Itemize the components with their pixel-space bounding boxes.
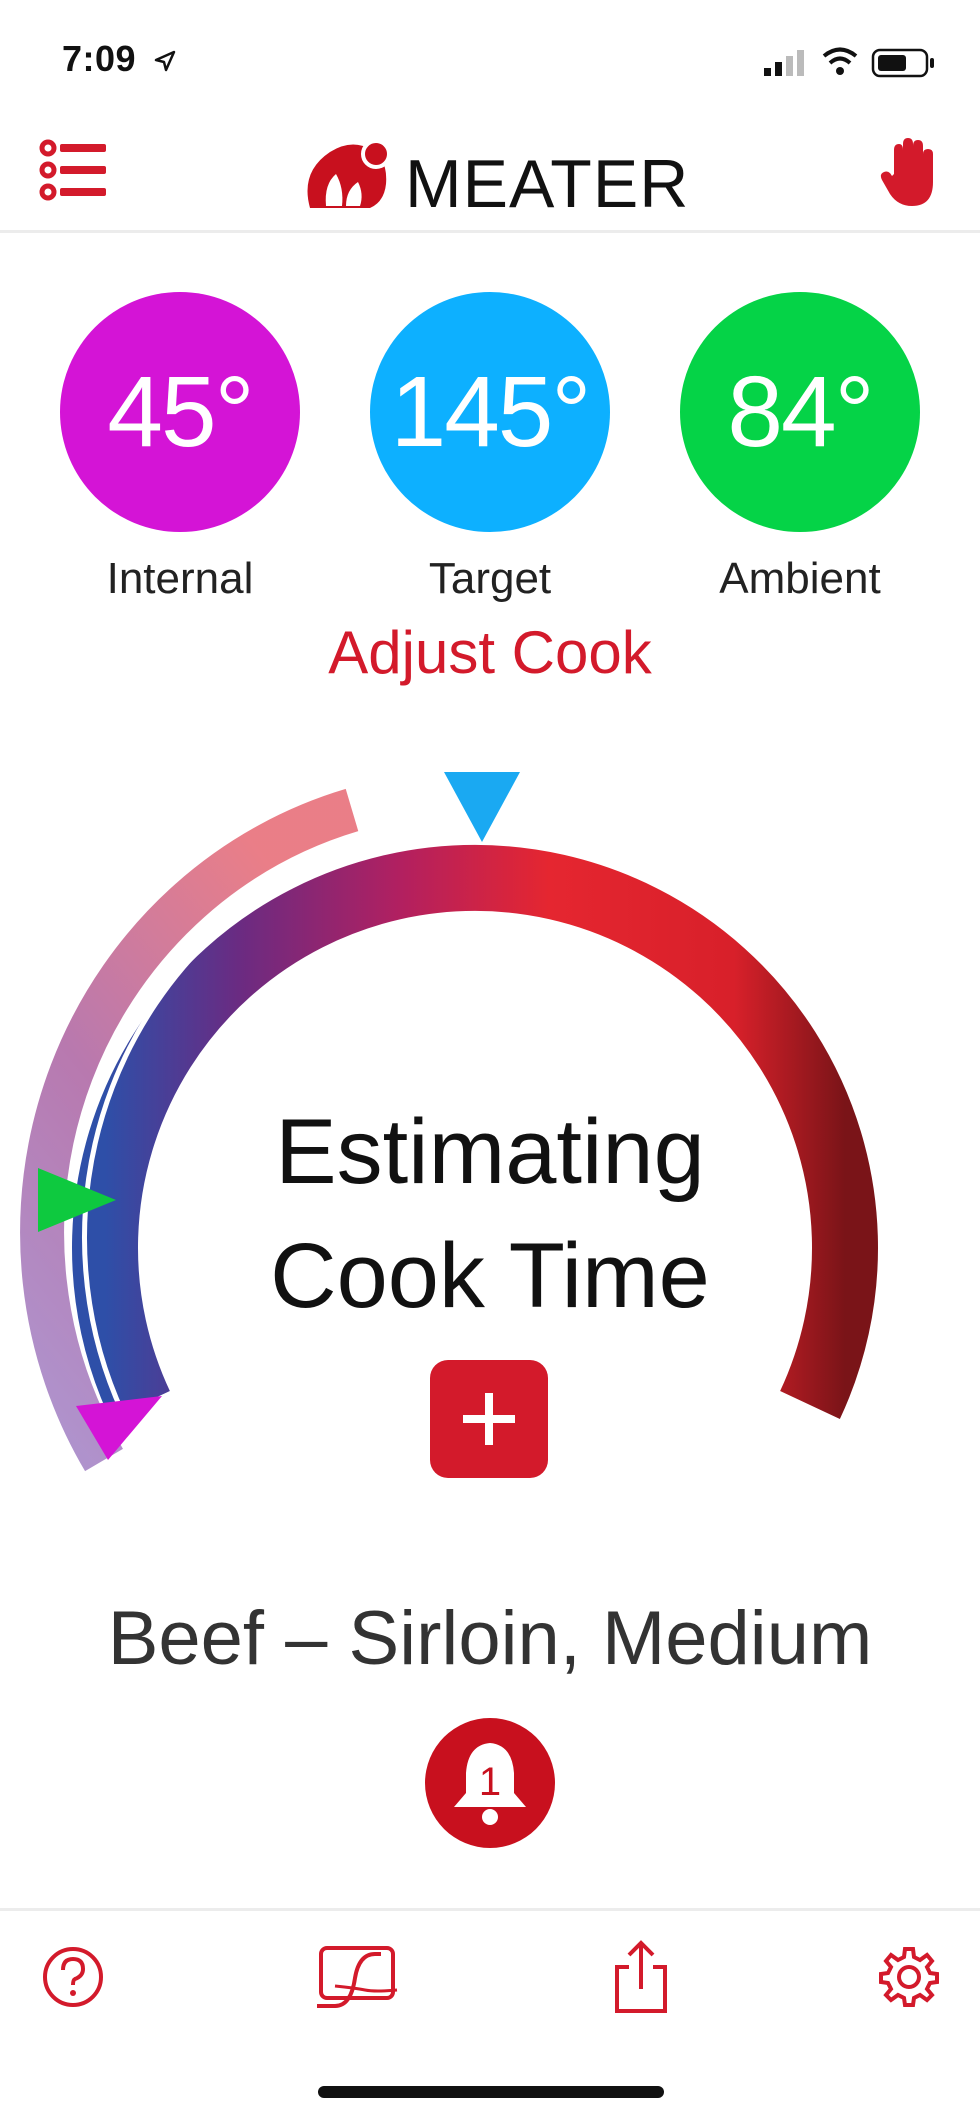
alert-count: 1 (479, 1760, 501, 1804)
ambient-temp-value: 84° (727, 355, 874, 468)
status-time-text: 7:09 (62, 38, 137, 79)
graph-button[interactable] (312, 1932, 402, 2022)
alerts-button[interactable]: 1 (425, 1718, 555, 1848)
graph-icon (317, 1946, 398, 2008)
bell-icon: 1 (454, 1743, 526, 1825)
app-title: MEATER (405, 146, 690, 222)
target-temp-value: 145° (390, 355, 592, 468)
help-icon (43, 1947, 103, 2007)
share-button[interactable] (596, 1932, 686, 2022)
status-time: 7:09 (62, 38, 177, 80)
internal-temp-value: 45° (107, 355, 254, 468)
menu-button[interactable] (38, 138, 110, 209)
plus-icon (463, 1393, 515, 1445)
ambient-temp-label: Ambient (719, 554, 881, 603)
gear-icon (879, 1947, 939, 2007)
cook-time-line2: Cook Time (270, 1225, 710, 1327)
share-icon (615, 1940, 667, 2013)
cook-name: Beef – Sirloin, Medium (107, 1596, 873, 1681)
internal-temp-label: Internal (106, 554, 254, 603)
bottom-bar-divider (0, 1908, 980, 1911)
cook-time-line1: Estimating (275, 1101, 705, 1203)
target-temp-label: Target (428, 554, 552, 603)
location-arrow-icon (154, 51, 175, 72)
add-button[interactable] (430, 1360, 548, 1478)
menu-list-icon (39, 139, 106, 201)
target-marker (444, 772, 520, 842)
wifi-icon (822, 47, 858, 75)
cook-time-status: Estimating Cook Time (180, 1090, 800, 1338)
header-divider (0, 230, 980, 233)
ambient-temp-circle: 84° (680, 292, 920, 532)
battery-icon (871, 48, 934, 78)
adjust-cook-link[interactable]: Adjust Cook (0, 618, 980, 687)
home-indicator (318, 2086, 664, 2098)
help-button[interactable] (28, 1932, 118, 2022)
internal-temp-circle: 45° (60, 292, 300, 532)
hand-stop-icon (880, 138, 933, 206)
stop-cook-button[interactable] (880, 138, 940, 213)
status-icons (760, 42, 940, 87)
signal-icon (764, 50, 804, 76)
meater-logo (300, 132, 396, 217)
meater-logo-icon (307, 139, 391, 208)
target-temp-circle[interactable]: 145° (370, 292, 610, 532)
settings-button[interactable] (864, 1932, 954, 2022)
